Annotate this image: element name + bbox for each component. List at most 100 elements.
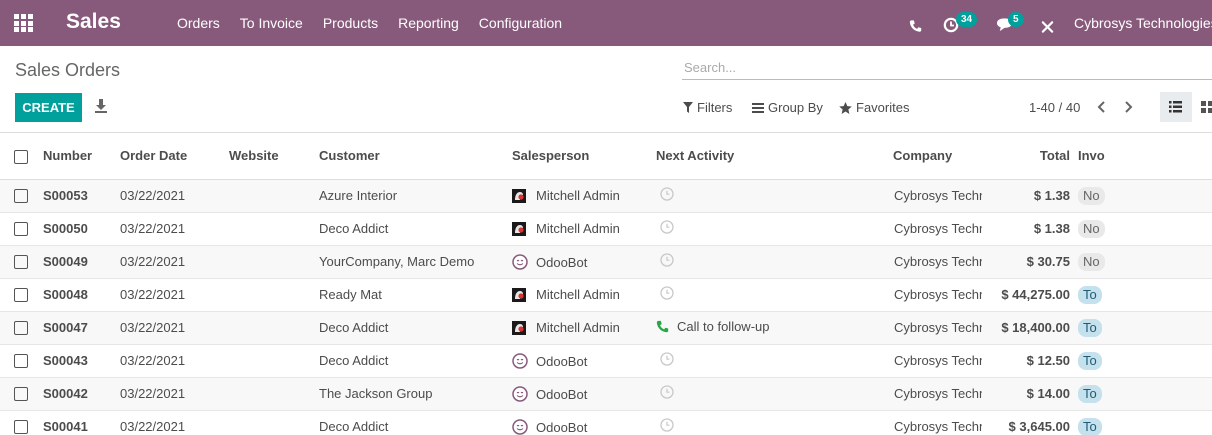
- activity-widget[interactable]: [660, 352, 674, 366]
- menu-reporting[interactable]: Reporting: [398, 15, 459, 31]
- col-company[interactable]: Company: [893, 133, 982, 180]
- table-body: S00053 03/22/2021 Azure Interior Mitchel…: [0, 179, 1212, 435]
- row-checkbox[interactable]: [14, 321, 28, 336]
- activity-widget[interactable]: [660, 385, 674, 399]
- app-title[interactable]: Sales: [66, 10, 121, 34]
- activity-widget[interactable]: Call to follow-up: [656, 319, 770, 334]
- order-next-activity[interactable]: Call to follow-up: [656, 311, 893, 344]
- company-switcher[interactable]: Cybrosys Technologies: [1074, 15, 1212, 31]
- activity-clock-icon[interactable]: [660, 286, 674, 300]
- order-next-activity[interactable]: [656, 179, 893, 212]
- col-number[interactable]: Number: [43, 133, 120, 180]
- salesperson-avatar: [512, 189, 526, 203]
- chevron-right-icon[interactable]: [1121, 99, 1135, 115]
- order-company: Cybrosys Technologies: [894, 221, 982, 236]
- activity-clock-icon[interactable]: [660, 187, 674, 201]
- col-total[interactable]: Total: [982, 133, 1078, 180]
- table-row[interactable]: S00053 03/22/2021 Azure Interior Mitchel…: [0, 179, 1212, 212]
- menu-products[interactable]: Products: [323, 15, 378, 31]
- salesperson-avatar: [512, 418, 528, 435]
- order-next-activity[interactable]: [656, 212, 893, 245]
- order-invoice-status: To: [1078, 410, 1212, 435]
- activity-widget[interactable]: [660, 418, 674, 432]
- activity-widget[interactable]: [660, 187, 674, 201]
- order-website: [229, 344, 319, 377]
- group-by-dropdown[interactable]: Group By: [752, 100, 823, 115]
- order-salesperson: Mitchell Admin: [512, 278, 656, 311]
- table-row[interactable]: S00043 03/22/2021 Deco Addict OdooBot Cy…: [0, 344, 1212, 377]
- row-checkbox[interactable]: [14, 255, 28, 270]
- menu-orders[interactable]: Orders: [177, 15, 220, 31]
- chevron-left-icon[interactable]: [1095, 99, 1109, 115]
- order-number: S00042: [43, 386, 88, 401]
- create-button[interactable]: CREATE: [15, 93, 82, 122]
- favorites-dropdown[interactable]: Favorites: [839, 100, 909, 115]
- invoice-status-badge: To: [1078, 417, 1102, 435]
- phone-icon[interactable]: [909, 16, 922, 36]
- search-input[interactable]: [682, 56, 1212, 78]
- row-select-cell: [0, 344, 43, 377]
- order-next-activity[interactable]: [656, 377, 893, 410]
- activity-widget[interactable]: [660, 220, 674, 234]
- table-row[interactable]: S00050 03/22/2021 Deco Addict Mitchell A…: [0, 212, 1212, 245]
- activity-clock-icon[interactable]: [660, 220, 674, 234]
- filters-dropdown[interactable]: Filters: [683, 100, 732, 115]
- activity-clock-icon[interactable]: [660, 253, 674, 267]
- salesperson-avatar: [512, 288, 526, 302]
- row-select-cell: [0, 410, 43, 435]
- pager-value[interactable]: 1-40 / 40: [1029, 100, 1080, 115]
- table-row[interactable]: S00047 03/22/2021 Deco Addict Mitchell A…: [0, 311, 1212, 344]
- activity-clock-icon[interactable]: [660, 385, 674, 399]
- phone-activity-icon: [656, 320, 669, 333]
- menu-to-invoice[interactable]: To Invoice: [240, 15, 303, 31]
- row-checkbox[interactable]: [14, 420, 28, 435]
- kanban-view-button[interactable]: [1192, 92, 1212, 122]
- order-number: S00041: [43, 419, 88, 434]
- table-row[interactable]: S00048 03/22/2021 Ready Mat Mitchell Adm…: [0, 278, 1212, 311]
- row-checkbox[interactable]: [14, 222, 28, 237]
- filters-label: Filters: [697, 100, 733, 115]
- order-website: [229, 377, 319, 410]
- activity-summary[interactable]: Call to follow-up: [677, 319, 770, 334]
- row-checkbox[interactable]: [14, 387, 28, 402]
- activity-widget[interactable]: [660, 253, 674, 267]
- download-icon[interactable]: [94, 98, 108, 114]
- activity-clock-icon[interactable]: [660, 418, 674, 432]
- order-next-activity[interactable]: [656, 344, 893, 377]
- order-next-activity[interactable]: [656, 278, 893, 311]
- col-invoice-status[interactable]: Invo: [1078, 133, 1212, 180]
- order-next-activity[interactable]: [656, 245, 893, 278]
- salesperson-avatar: [512, 321, 526, 335]
- admin-avatar-icon: [512, 288, 526, 302]
- kanban-view-icon: [1201, 101, 1212, 113]
- menu-configuration[interactable]: Configuration: [479, 15, 562, 31]
- order-number: S00048: [43, 287, 88, 302]
- activity-clock-icon[interactable]: [660, 352, 674, 366]
- col-customer[interactable]: Customer: [319, 133, 512, 180]
- order-customer: Deco Addict: [319, 221, 389, 236]
- order-next-activity[interactable]: [656, 410, 893, 435]
- table-row[interactable]: S00041 03/22/2021 Deco Addict OdooBot Cy…: [0, 410, 1212, 435]
- row-checkbox[interactable]: [14, 288, 28, 303]
- order-company: Cybrosys Technologies: [894, 353, 982, 368]
- row-select-cell: [0, 278, 43, 311]
- order-customer: Deco Addict: [319, 353, 389, 368]
- order-date: 03/22/2021: [120, 188, 186, 203]
- row-checkbox[interactable]: [14, 189, 28, 204]
- activity-widget[interactable]: [660, 286, 674, 300]
- col-order-date[interactable]: Order Date: [120, 133, 229, 180]
- row-checkbox[interactable]: [14, 354, 28, 369]
- table-row[interactable]: S00042 03/22/2021 The Jackson Group Odoo…: [0, 377, 1212, 410]
- order-salesperson: OdooBot: [512, 245, 656, 278]
- col-next-activity[interactable]: Next Activity: [656, 133, 893, 180]
- col-website[interactable]: Website: [229, 133, 319, 180]
- odoobot-avatar-icon: [512, 253, 528, 270]
- apps-grid-icon[interactable]: [14, 14, 33, 32]
- list-view-button[interactable]: [1160, 92, 1192, 122]
- select-all-checkbox[interactable]: [14, 149, 28, 164]
- col-salesperson[interactable]: Salesperson: [512, 133, 656, 180]
- table-row[interactable]: S00049 03/22/2021 YourCompany, Marc Demo…: [0, 245, 1212, 278]
- order-number: S00047: [43, 320, 88, 335]
- order-salesperson: Mitchell Admin: [512, 179, 656, 212]
- debug-tools-icon[interactable]: [1041, 17, 1054, 37]
